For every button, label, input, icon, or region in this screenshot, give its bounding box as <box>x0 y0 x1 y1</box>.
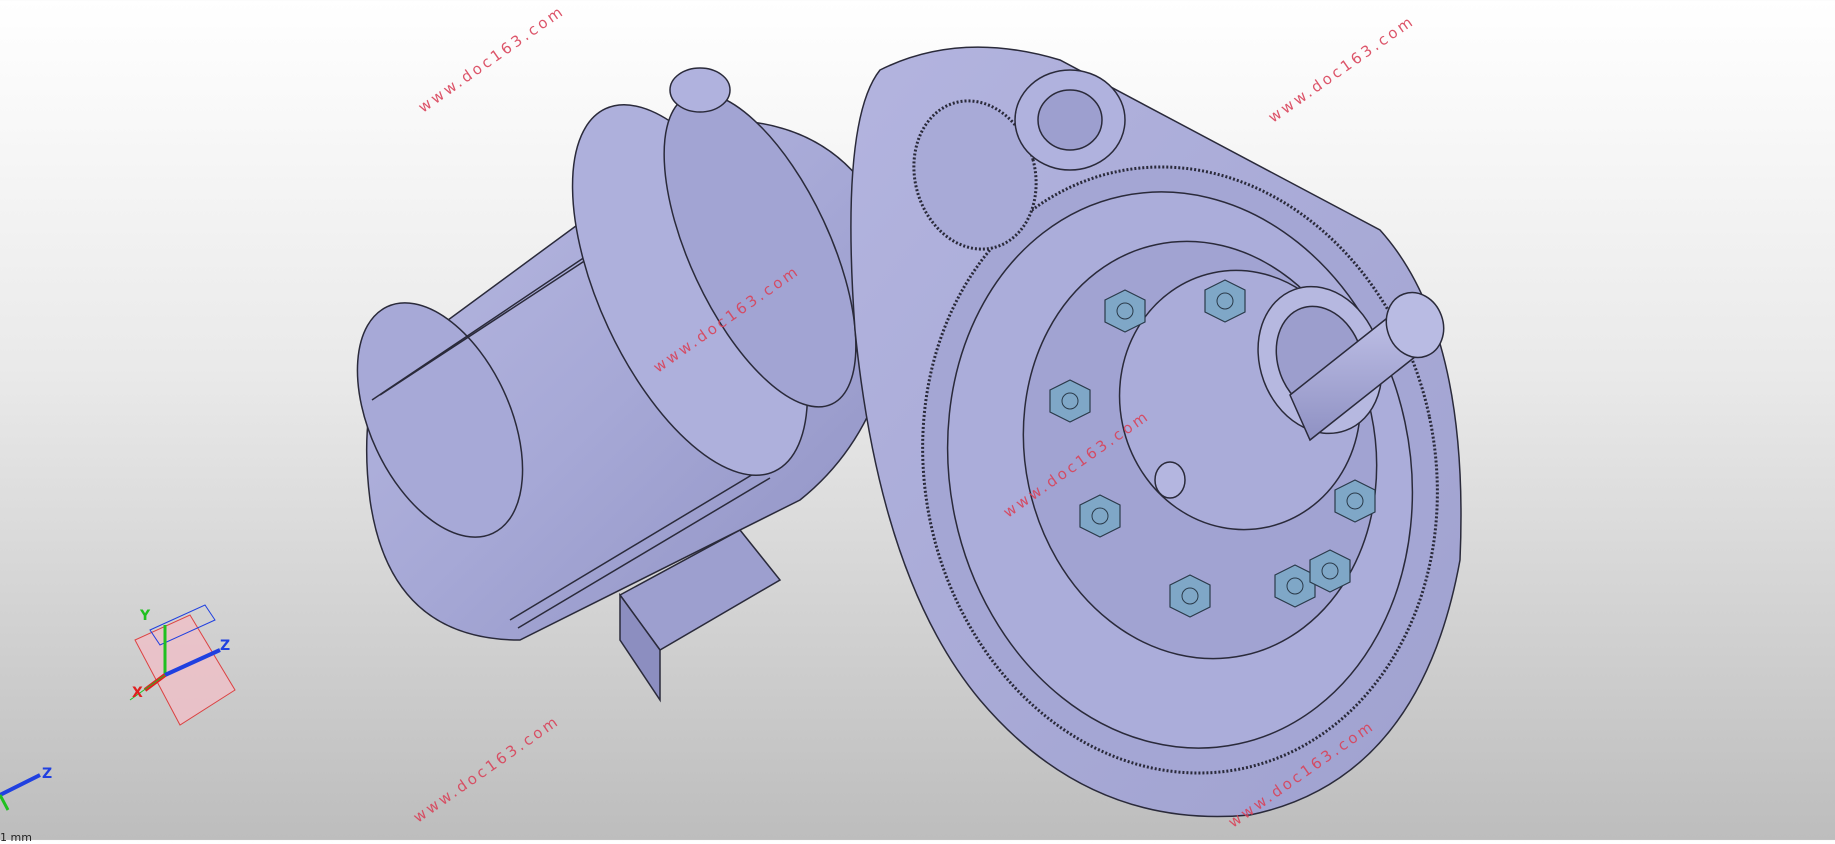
pinion-bearing-inner <box>1037 89 1103 151</box>
origin-z-label: Z <box>42 766 52 782</box>
triad-z-label: Z <box>220 638 230 654</box>
origin-y-axis <box>0 794 10 811</box>
graphics-viewport[interactable]: Y Z X Z www.doc163.com www.doc163.com ww… <box>0 0 1835 844</box>
triad-cube <box>134 614 236 726</box>
gearbox-plate-group[interactable] <box>850 46 1493 821</box>
view-triad[interactable]: Y Z X <box>129 604 236 726</box>
triad-x-label: X <box>132 685 143 701</box>
mount-boss[interactable] <box>669 67 731 113</box>
cross-pin[interactable] <box>1154 461 1186 499</box>
model-canvas[interactable]: Y Z X Z <box>0 0 1835 840</box>
triad-y-label: Y <box>139 608 151 624</box>
origin-triad: Z <box>0 766 52 811</box>
motor-housing[interactable] <box>324 66 901 703</box>
origin-z-axis <box>0 773 41 797</box>
scale-status-text: 1 mm <box>0 831 32 844</box>
